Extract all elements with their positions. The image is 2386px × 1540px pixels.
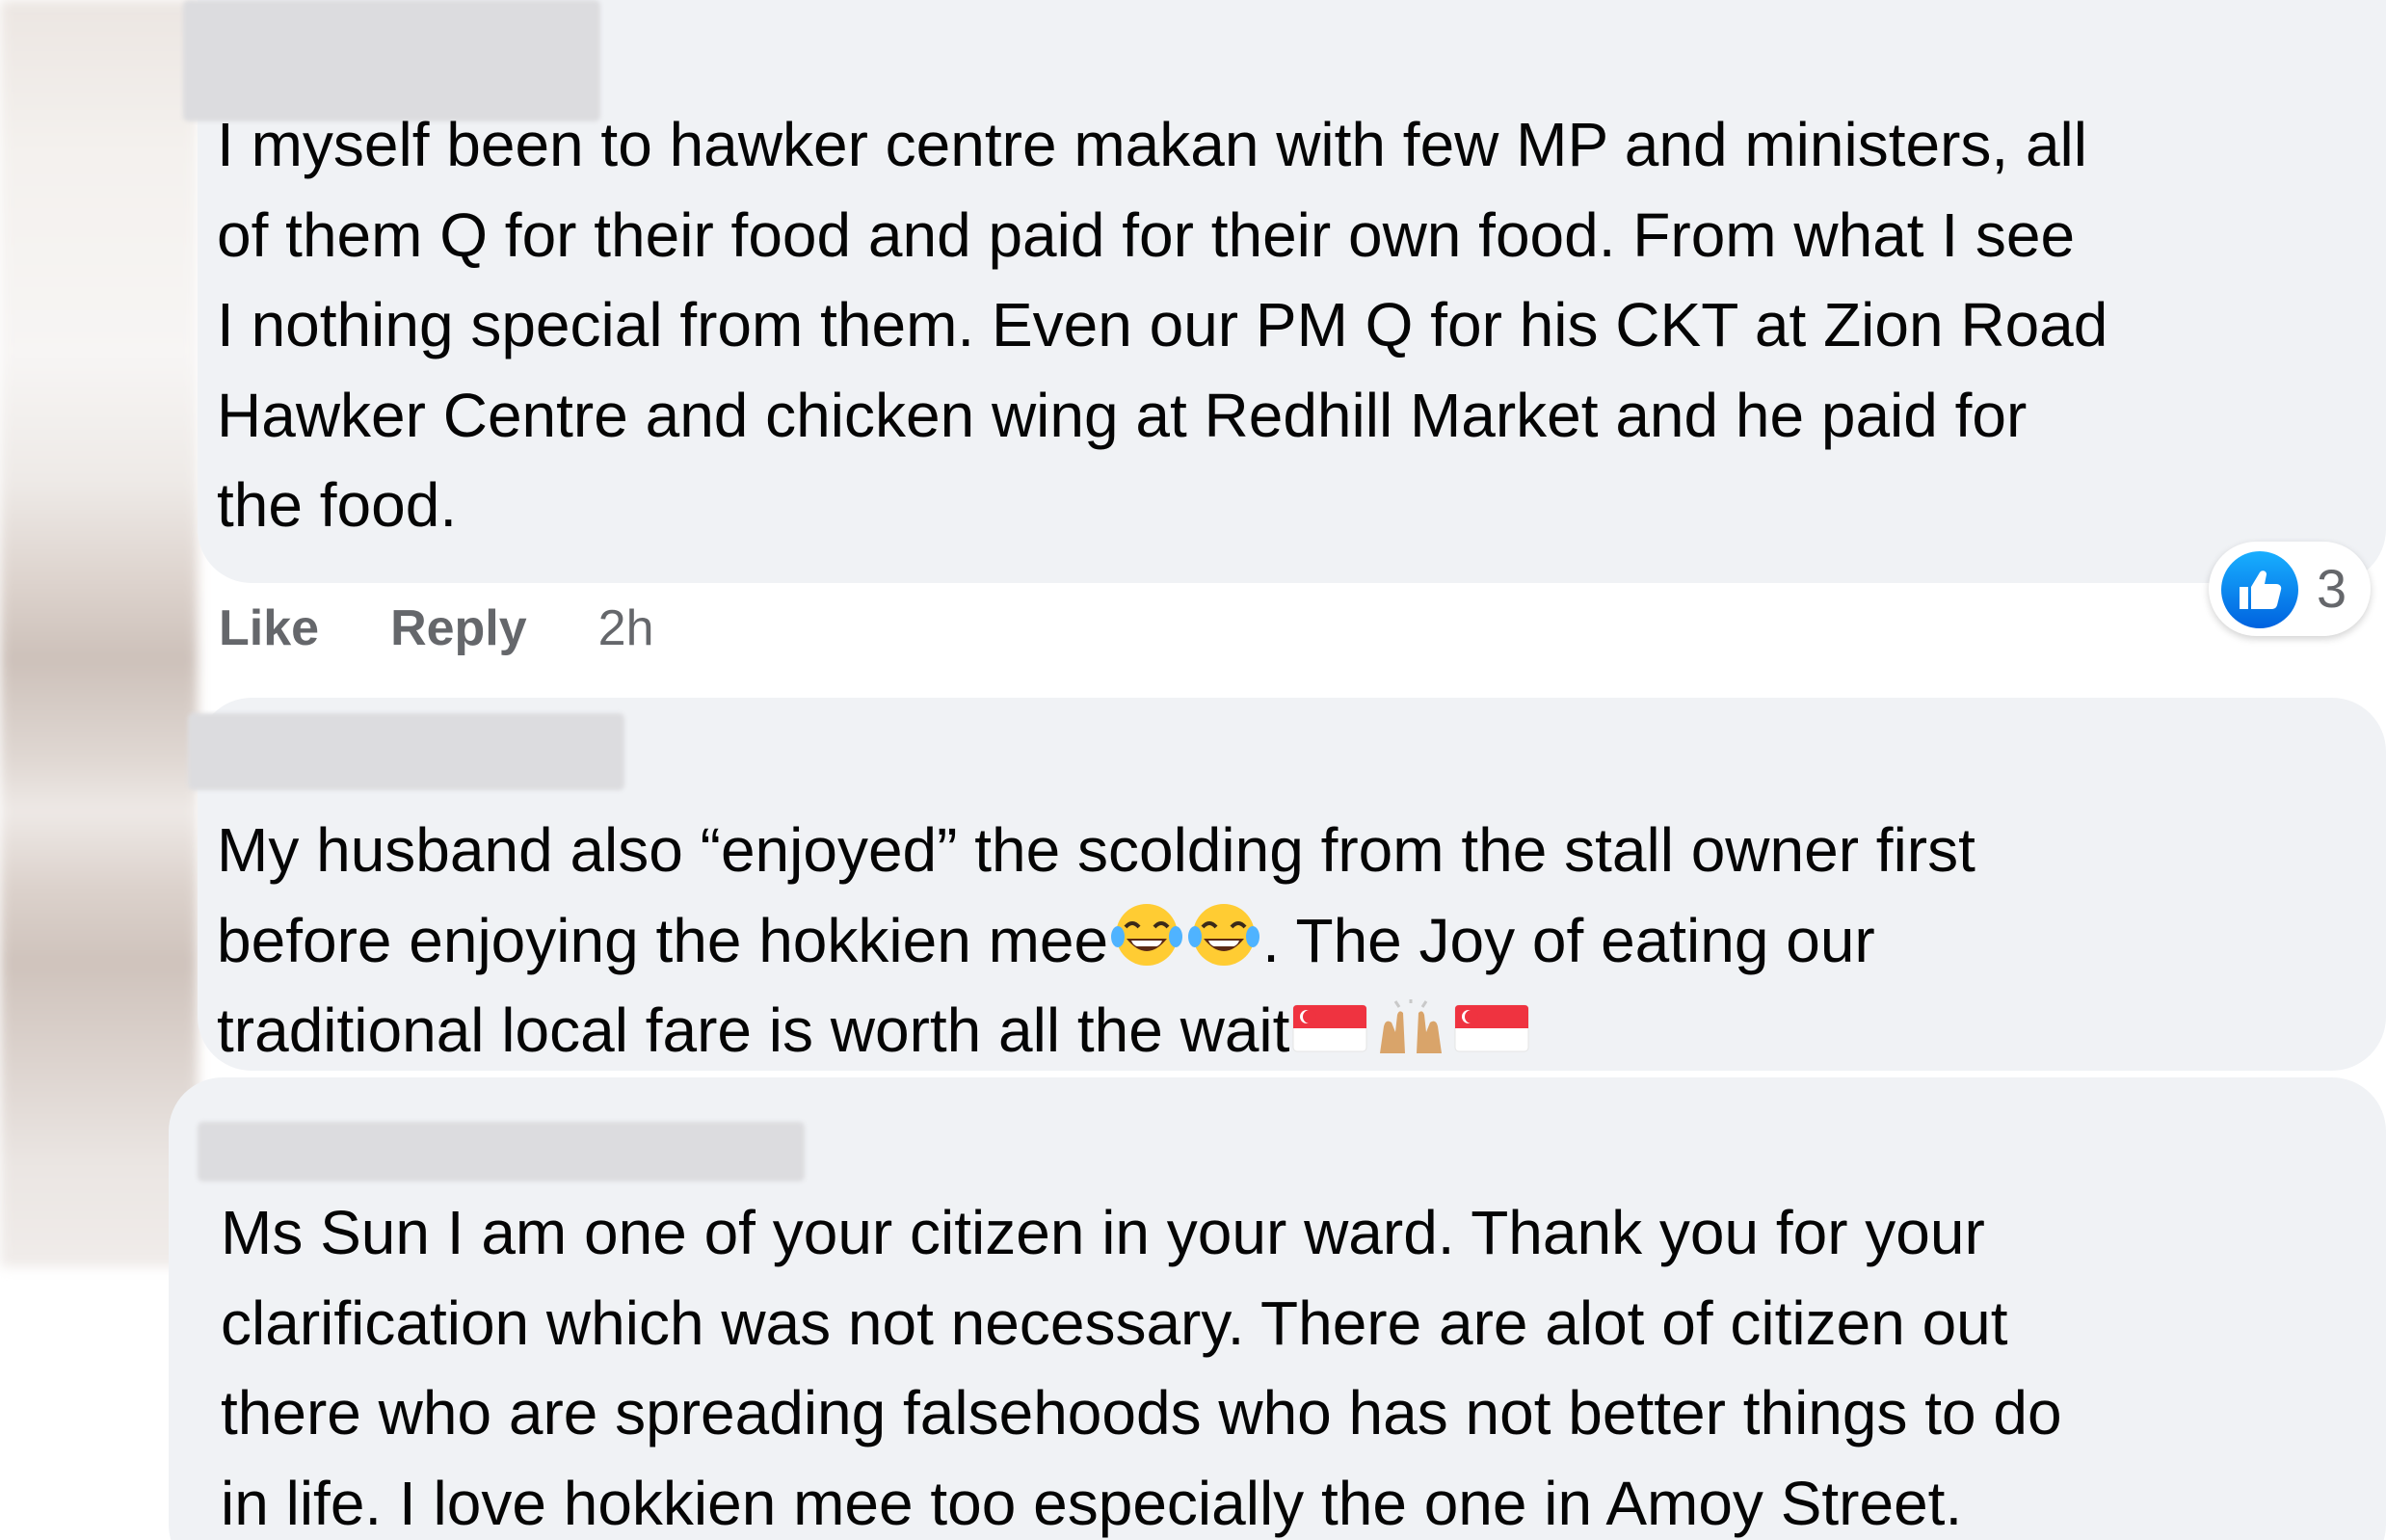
comment-text-1: I myself been to hawker centre makan wit…	[217, 100, 2108, 551]
comment-line: My husband also “enjoyed” the scolding f…	[217, 815, 1975, 885]
comment-line-part: before enjoying the hokkien mee	[217, 905, 1109, 975]
comment-line: the food.	[217, 470, 458, 540]
reaction-summary[interactable]: 3	[2209, 542, 2371, 636]
comment-line: I myself been to hawker centre makan wit…	[217, 110, 2087, 179]
reaction-count: 3	[2317, 558, 2347, 619]
reply-button[interactable]: Reply	[390, 600, 527, 656]
raised-hands-emoji	[1380, 999, 1443, 1053]
comment-actions-1: Like Reply 2h	[219, 590, 654, 667]
comment-line: I nothing special from them. Even our PM…	[217, 290, 2108, 359]
laughing-tears-emoji	[1188, 903, 1260, 966]
comment-line: traditional local fare is worth all the …	[217, 986, 1975, 1076]
comment-text-3: Ms Sun I am one of your citizen in your …	[221, 1188, 2062, 1540]
singapore-flag-emoji	[1292, 1004, 1367, 1052]
comment-text-2: My husband also “enjoyed” the scolding f…	[217, 806, 1975, 1076]
blurred-commenter-name-3	[198, 1122, 805, 1182]
like-button[interactable]: Like	[219, 600, 319, 656]
comment-line: there who are spreading falsehoods who h…	[221, 1378, 2062, 1447]
comment-timestamp[interactable]: 2h	[598, 600, 654, 656]
comment-line: of them Q for their food and paid for th…	[217, 199, 2076, 270]
thumbs-up-icon	[2221, 551, 2298, 628]
blurred-avatar-column	[0, 0, 198, 1267]
blurred-commenter-name-2	[188, 713, 624, 790]
comment-line: before enjoying the hokkien mee . The Jo…	[217, 896, 1975, 987]
comment-line: clarification which was not necessary. T…	[221, 1288, 2008, 1358]
laughing-tears-emoji	[1111, 903, 1183, 966]
comment-line-part: traditional local fare is worth all the …	[217, 996, 1290, 1065]
singapore-flag-emoji	[1454, 1004, 1529, 1052]
comment-line: in life. I love hokkien mee too especial…	[221, 1468, 1963, 1538]
comment-line-part: . The Joy of eating our	[1262, 905, 1875, 975]
comment-line: Hawker Centre and chicken wing at Redhil…	[217, 380, 2028, 450]
comment-line: Ms Sun I am one of your citizen in your …	[221, 1198, 1985, 1267]
